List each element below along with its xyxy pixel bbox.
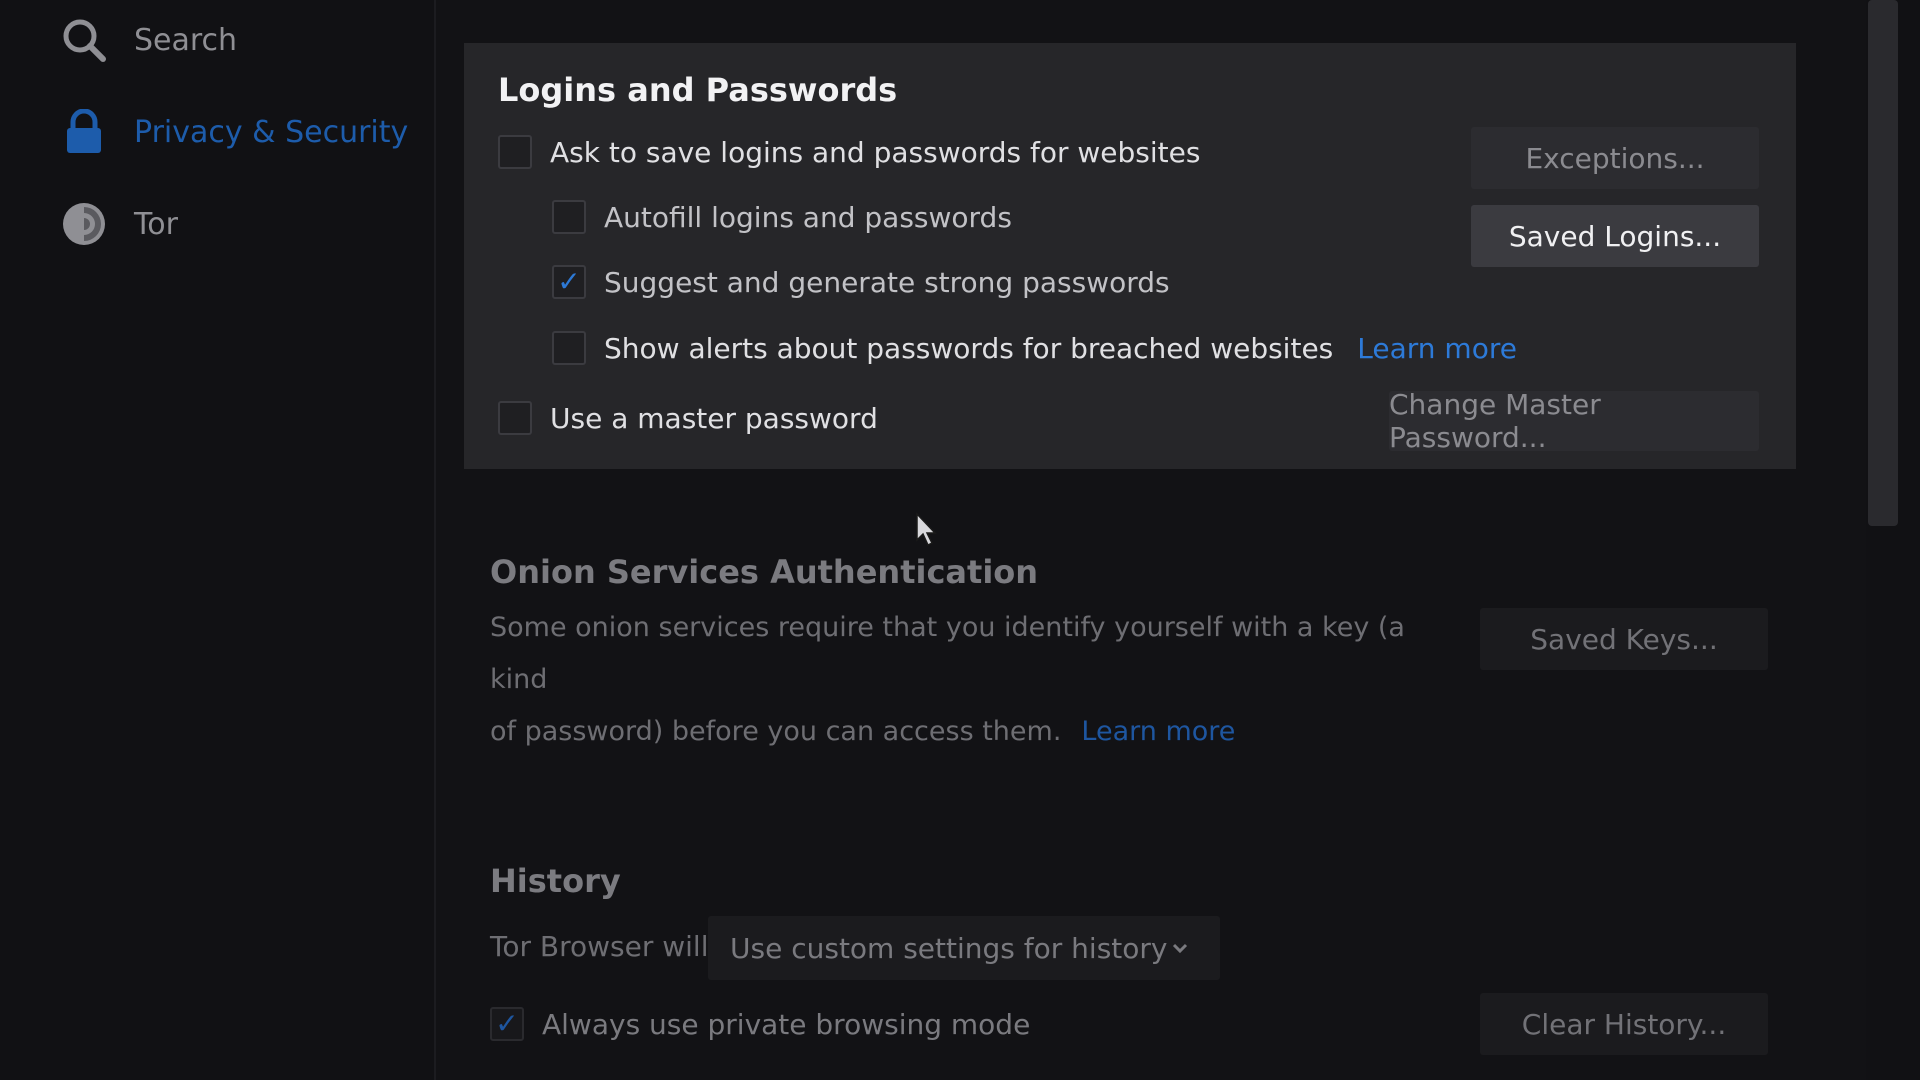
description-text: of password) before you can access them. <box>490 716 1062 747</box>
change-master-password-button[interactable]: Change Master Password... <box>1389 388 1759 454</box>
learn-more-link[interactable]: Learn more <box>1081 716 1235 747</box>
autofill-row[interactable]: Autofill logins and passwords <box>552 200 1012 234</box>
scrollbar-thumb[interactable] <box>1868 0 1898 526</box>
master-password-checkbox[interactable] <box>498 401 532 435</box>
master-password-row[interactable]: Use a master password <box>498 401 878 435</box>
checkbox-label: Suggest and generate strong passwords <box>604 265 1170 299</box>
mouse-cursor-icon <box>915 512 939 552</box>
breach-alerts-checkbox[interactable] <box>552 331 586 365</box>
private-mode-checkbox[interactable]: ✓ <box>490 1007 524 1041</box>
checkbox-label: Show alerts about passwords for breached… <box>604 331 1334 365</box>
lock-icon <box>60 108 108 156</box>
checkbox-label: Ask to save logins and passwords for web… <box>550 135 1201 169</box>
sidebar-item-label: Tor <box>134 206 178 242</box>
checkmark-icon: ✓ <box>557 265 581 298</box>
checkmark-icon: ✓ <box>495 1007 519 1040</box>
sidebar-item-label: Privacy & Security <box>134 114 409 150</box>
ask-save-logins-row[interactable]: Ask to save logins and passwords for web… <box>498 135 1200 169</box>
onion-services-title: Onion Services Authentication <box>490 553 1039 591</box>
checkbox-label: Autofill logins and passwords <box>604 200 1012 234</box>
checkbox-label: Use a master password <box>550 401 878 435</box>
description-line-2: of password) before you can access them.… <box>490 706 1450 758</box>
checkbox-label: Always use private browsing mode <box>542 1007 1031 1041</box>
sidebar-item-privacy-security[interactable]: Privacy & Security <box>60 108 408 156</box>
ask-save-logins-checkbox[interactable] <box>498 135 532 169</box>
onion-services-description: Some onion services require that you ide… <box>490 602 1450 758</box>
description-line: Some onion services require that you ide… <box>490 612 1405 695</box>
search-icon <box>60 16 108 64</box>
saved-keys-button[interactable]: Saved Keys... <box>1480 608 1768 670</box>
history-mode-select[interactable]: Use custom settings for history <box>708 916 1220 980</box>
logins-passwords-section: Logins and Passwords Ask to save logins … <box>464 43 1796 469</box>
private-mode-row[interactable]: ✓ Always use private browsing mode <box>490 1007 1030 1041</box>
section-title: Logins and Passwords <box>498 71 898 109</box>
autofill-checkbox[interactable] <box>552 200 586 234</box>
sidebar-item-tor[interactable]: Tor <box>60 200 178 248</box>
clear-history-button[interactable]: Clear History... <box>1480 993 1768 1055</box>
sidebar-item-search[interactable]: Search <box>60 16 237 64</box>
saved-logins-button[interactable]: Saved Logins... <box>1471 205 1759 267</box>
sidebar: Search Privacy & Security Tor <box>0 0 436 1080</box>
learn-more-link[interactable]: Learn more <box>1357 332 1517 365</box>
suggest-passwords-row[interactable]: ✓ Suggest and generate strong passwords <box>552 265 1170 299</box>
suggest-passwords-checkbox[interactable]: ✓ <box>552 265 586 299</box>
tor-onion-icon <box>60 200 108 248</box>
sidebar-item-label: Search <box>134 22 238 58</box>
breach-alerts-row[interactable]: Show alerts about passwords for breached… <box>552 331 1517 365</box>
chevron-down-icon <box>1170 932 1190 965</box>
select-value: Use custom settings for history <box>730 931 1168 965</box>
history-title: History <box>490 862 621 900</box>
exceptions-button[interactable]: Exceptions... <box>1471 127 1759 189</box>
history-mode-label: Tor Browser will <box>490 930 709 963</box>
